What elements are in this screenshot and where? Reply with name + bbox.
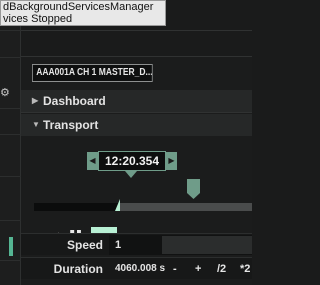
divider [21, 30, 252, 31]
divider [0, 176, 21, 177]
duration-label: Duration [53, 262, 103, 276]
playhead[interactable] [115, 199, 120, 211]
tooltip-right-backdrop [166, 0, 252, 26]
chevron-left-icon: ◀ [89, 156, 96, 165]
speed-label: Speed [66, 238, 103, 252]
duration-value[interactable]: 4060.008 s [115, 258, 165, 280]
section-transport[interactable]: ▼ Transport [21, 114, 252, 136]
property-row-duration: Duration 4060.008 s - + /2 *2 [21, 257, 252, 279]
divider [21, 56, 252, 57]
tooltip-line-2: vices Stopped [3, 13, 73, 25]
step-back-button[interactable]: ◀ [87, 152, 98, 170]
timeline-track[interactable] [34, 199, 252, 211]
gear-icon[interactable]: ⚙ [0, 88, 10, 99]
left-column: ⚙ [0, 26, 21, 285]
triangle-down-icon: ▼ [32, 120, 40, 129]
timeline-played [34, 203, 119, 211]
duration-double-button[interactable]: *2 [240, 258, 250, 280]
property-row-speed: Speed 1 [21, 233, 252, 255]
slider-marker[interactable] [187, 179, 200, 199]
step-forward-button[interactable]: ▶ [166, 152, 177, 170]
clip-name-field[interactable]: AAA001A CH 1 MASTER_D... [32, 64, 153, 82]
tooltip: dBackgroundServicesManager vices Stopped [0, 0, 166, 26]
divider [0, 134, 21, 135]
timecode-display[interactable]: 12:20.354 [98, 151, 166, 171]
selection-indicator[interactable] [9, 237, 13, 256]
section-dashboard-label: Dashboard [43, 94, 106, 108]
divider [0, 260, 21, 261]
duration-minus-button[interactable]: - [173, 258, 177, 280]
duration-plus-button[interactable]: + [195, 258, 201, 280]
triangle-right-icon: ▶ [32, 96, 39, 105]
divider [21, 112, 252, 113]
chevron-right-icon: ▶ [168, 156, 175, 165]
tooltip-line-1: dBackgroundServicesManager [3, 1, 154, 13]
divider [0, 220, 21, 221]
app-window: dBackgroundServicesManager vices Stopped… [0, 0, 252, 285]
section-dashboard[interactable]: ▶ Dashboard [21, 90, 252, 112]
divider [0, 108, 21, 109]
duration-half-button[interactable]: /2 [217, 258, 226, 280]
divider [0, 57, 21, 58]
speed-value[interactable]: 1 [115, 234, 121, 256]
timecode-pointer [125, 171, 137, 178]
inspector-panel: AAA001A CH 1 MASTER_D... ▶ Dashboard ▼ T… [21, 26, 252, 285]
divider [0, 30, 21, 31]
speed-slider-field[interactable] [162, 236, 252, 254]
section-transport-label: Transport [43, 118, 99, 132]
